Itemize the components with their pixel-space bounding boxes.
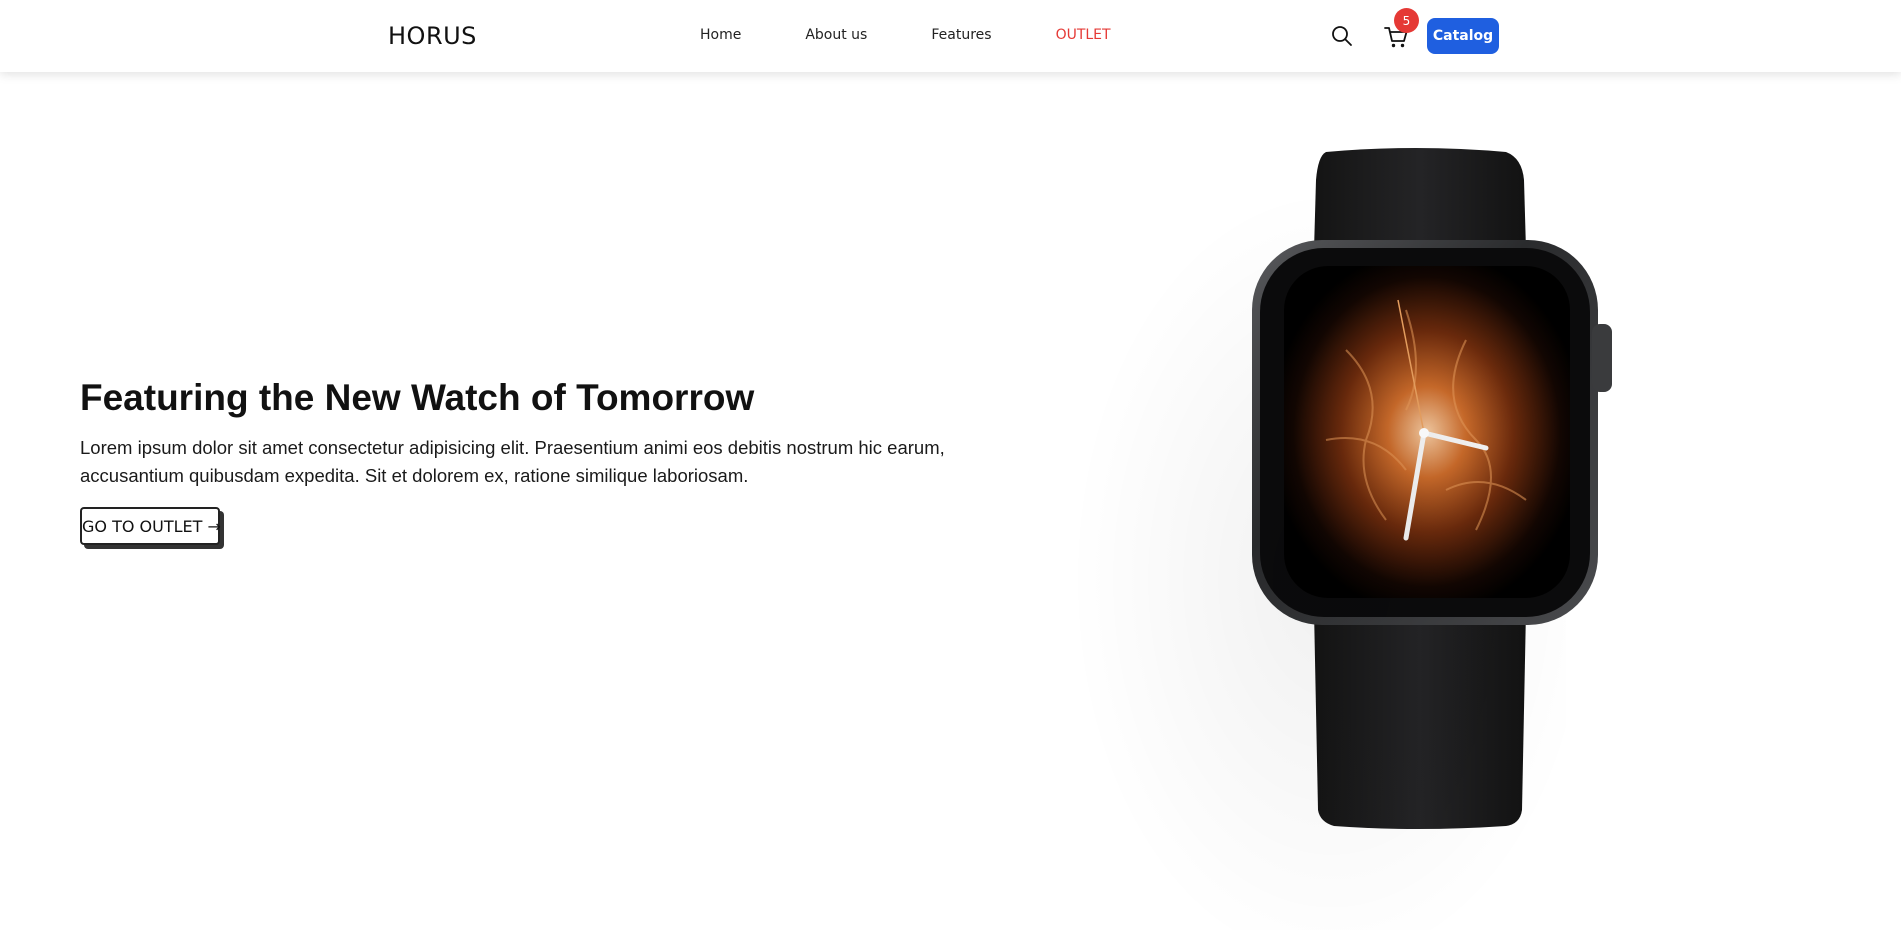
hero-title: Featuring the New Watch of Tomorrow [80, 377, 755, 418]
main-nav: Home About us Features OUTLET [700, 27, 1175, 43]
cart-count-badge: 5 [1394, 8, 1419, 33]
watch-product-image [1046, 110, 1666, 942]
search-button[interactable] [1330, 24, 1354, 48]
nav-link-features[interactable]: Features [931, 27, 991, 43]
top-navbar: HORUS Home About us Features OUTLET 5 Ca… [0, 0, 1901, 72]
nav-link-home[interactable]: Home [700, 27, 741, 43]
hero-section: Featuring the New Watch of Tomorrow Lore… [80, 376, 960, 490]
nav-link-about-us[interactable]: About us [805, 27, 867, 43]
go-to-outlet-button[interactable]: GO TO OUTLET → [80, 507, 221, 545]
brand-logo[interactable]: HORUS [388, 22, 477, 50]
search-icon [1332, 26, 1352, 46]
nav-link-outlet[interactable]: OUTLET [1056, 27, 1111, 43]
catalog-button[interactable]: Catalog [1427, 18, 1499, 54]
hero-description: Lorem ipsum dolor sit amet consectetur a… [80, 437, 945, 486]
